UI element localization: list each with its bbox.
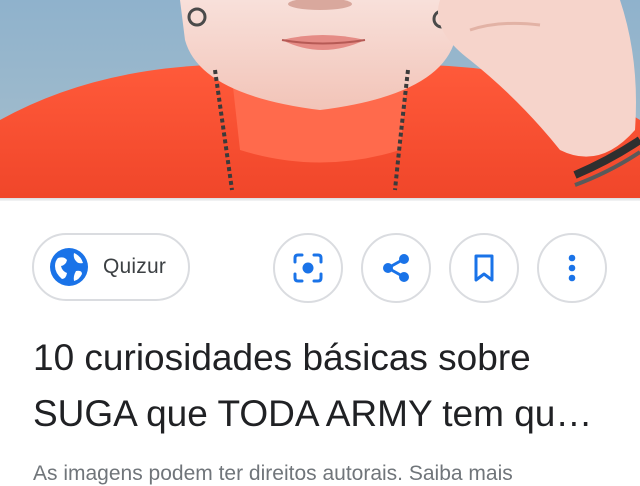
result-title-line-2: SUGA que TODA ARMY tem qu… bbox=[33, 393, 593, 434]
image-divider bbox=[0, 198, 640, 201]
globe-icon bbox=[50, 248, 88, 286]
result-title[interactable]: 10 curiosidades básicas sobre SUGA que T… bbox=[33, 330, 613, 442]
source-chip-label: Quizur bbox=[103, 255, 167, 278]
result-title-line-1: 10 curiosidades básicas sobre bbox=[33, 337, 531, 378]
share-icon bbox=[383, 254, 409, 282]
person-photo bbox=[0, 0, 640, 198]
bookmark-button[interactable] bbox=[449, 233, 519, 303]
bookmark-icon bbox=[474, 254, 494, 282]
lens-icon bbox=[293, 253, 323, 283]
more-options-button[interactable] bbox=[537, 233, 607, 303]
share-button[interactable] bbox=[361, 233, 431, 303]
lens-button[interactable] bbox=[273, 233, 343, 303]
source-chip[interactable]: Quizur bbox=[32, 233, 190, 301]
image-preview[interactable] bbox=[0, 0, 640, 198]
copyright-disclaimer[interactable]: As imagens podem ter direitos autorais. … bbox=[33, 462, 633, 486]
more-vert-icon bbox=[568, 254, 576, 282]
